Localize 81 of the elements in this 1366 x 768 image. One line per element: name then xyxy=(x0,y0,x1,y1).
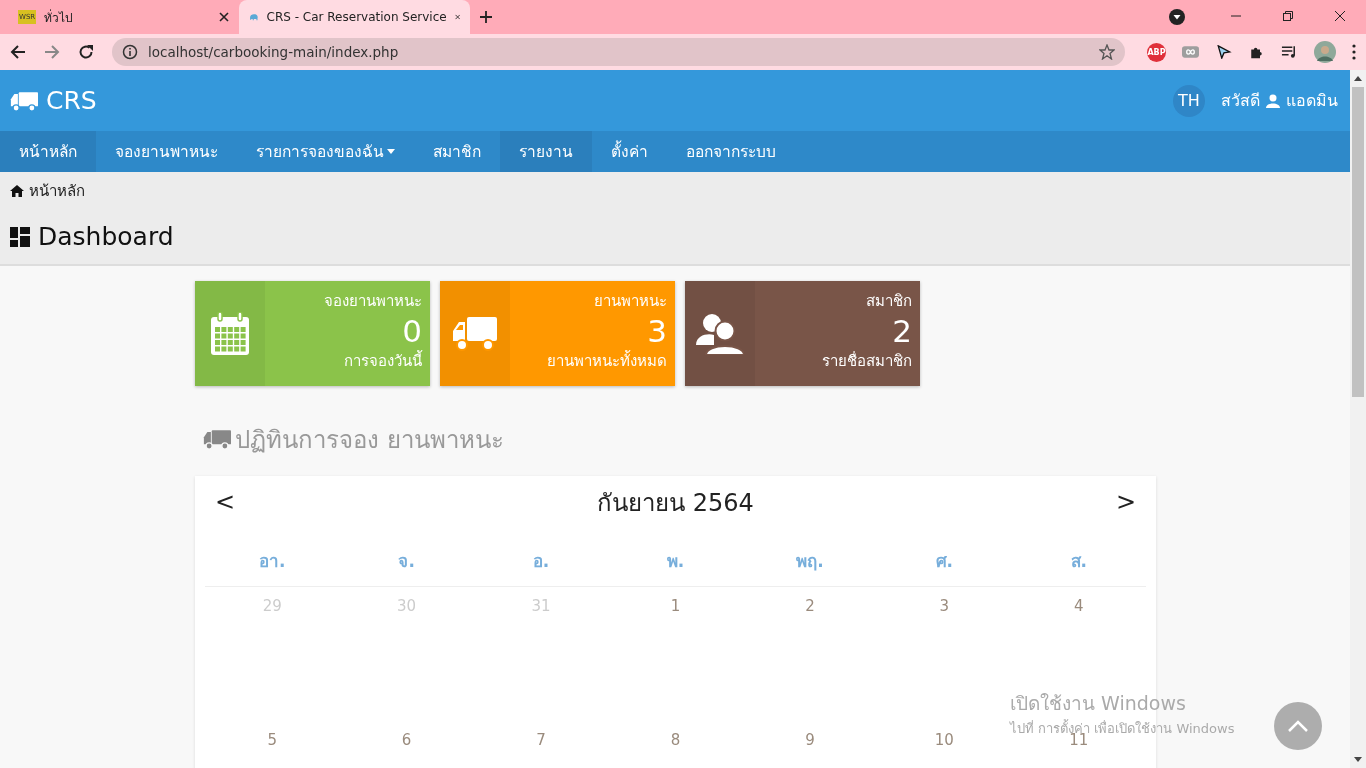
breadcrumb-link[interactable]: หน้าหลัก xyxy=(29,179,85,203)
weekday-label: อา. xyxy=(258,549,286,573)
day-number[interactable]: 8 xyxy=(670,731,681,749)
avatar-icon[interactable] xyxy=(1314,41,1336,63)
truck-icon xyxy=(453,316,497,351)
section-heading: ปฏิทินการจอง ยานพาหนะ xyxy=(235,424,504,456)
tab-search-icon[interactable] xyxy=(1169,9,1185,25)
dashboard-icon xyxy=(10,226,30,247)
caret-icon xyxy=(387,149,395,154)
card-caption: การจองวันนี้ xyxy=(344,349,422,372)
language-button[interactable]: TH xyxy=(1173,84,1205,117)
stat-card[interactable]: สมาชิก 2 รายชื่อสมาชิก xyxy=(685,281,920,386)
close-icon[interactable] xyxy=(1334,10,1346,22)
nav-item[interactable]: รายงาน xyxy=(500,131,592,172)
weekday-label: พ. xyxy=(666,549,685,573)
card-caption: รายชื่อสมาชิก xyxy=(822,350,912,372)
scrollbar-thumb[interactable] xyxy=(1352,87,1364,397)
scroll-up-icon[interactable] xyxy=(1354,76,1362,81)
playlist-icon[interactable] xyxy=(1281,45,1298,59)
close-icon[interactable] xyxy=(454,12,460,22)
address-bar[interactable]: localhost/carbooking-main/index.php xyxy=(112,38,1125,66)
menu-icon[interactable] xyxy=(1352,44,1356,60)
day-number[interactable]: 1 xyxy=(670,597,681,615)
brand-link[interactable]: CRS xyxy=(10,86,97,115)
greeting-text: สวัสดี xyxy=(1221,90,1260,112)
card-title: สมาชิก xyxy=(866,291,912,312)
info-icon xyxy=(122,44,138,60)
day-number[interactable]: 10 xyxy=(934,731,954,749)
forward-icon[interactable] xyxy=(44,44,60,60)
nav-item[interactable]: รายการจองของฉัน xyxy=(237,131,414,172)
close-icon[interactable] xyxy=(219,12,229,22)
new-tab-icon[interactable] xyxy=(480,11,492,23)
stat-card[interactable]: จองยานพาหนะ 0 การจองวันนี้ xyxy=(195,281,430,386)
day-number[interactable]: 3 xyxy=(939,597,950,615)
month-title: กันยายน 2564 xyxy=(597,487,754,519)
reload-icon[interactable] xyxy=(78,44,94,60)
card-caption: ยานพาหนะทั้งหมด xyxy=(547,349,667,372)
nav-item[interactable]: จองยานพาหนะ xyxy=(96,131,237,172)
day-number[interactable]: 6 xyxy=(401,731,412,749)
page-title: Dashboard xyxy=(38,222,174,251)
weekday-label: พฤ. xyxy=(796,549,824,573)
nav-item[interactable]: หน้าหลัก xyxy=(0,131,96,172)
weekday-label: อ. xyxy=(532,549,550,573)
weekday-label: ศ. xyxy=(935,549,954,573)
extensions-icon[interactable] xyxy=(1248,45,1265,59)
day-number[interactable]: 9 xyxy=(805,731,815,749)
stat-card[interactable]: ยานพาหนะ 3 ยานพาหนะทั้งหมด xyxy=(440,281,675,386)
user-icon xyxy=(1266,93,1280,108)
card-title: ยานพาหนะ xyxy=(594,291,667,312)
card-title: จองยานพาหนะ xyxy=(324,291,422,312)
nav-item[interactable]: ตั้งค่า xyxy=(592,131,667,172)
truck-icon xyxy=(10,89,38,112)
browser-tab[interactable]: CRS - Car Reservation Service xyxy=(239,0,470,34)
previous-month-button[interactable]: < xyxy=(215,488,236,516)
activation-title: เปิดใช้งาน Windows xyxy=(1010,691,1187,716)
day-number[interactable]: 4 xyxy=(1074,597,1084,615)
calendar-icon xyxy=(210,311,250,356)
weekday-label: จ. xyxy=(398,549,415,573)
back-icon[interactable] xyxy=(10,44,26,60)
chevron-up-icon xyxy=(1288,720,1308,732)
weekday-label: ส. xyxy=(1070,549,1087,573)
home-icon xyxy=(10,185,24,197)
user-menu[interactable]: แอดมิน xyxy=(1286,88,1338,113)
nav-item[interactable]: สมาชิก xyxy=(414,131,500,172)
users-icon xyxy=(696,312,744,355)
day-number[interactable]: 2 xyxy=(805,597,815,615)
cursor-icon[interactable] xyxy=(1215,45,1232,59)
restore-icon[interactable] xyxy=(1282,10,1294,22)
star-icon[interactable] xyxy=(1099,44,1115,60)
infinity-icon[interactable] xyxy=(1182,45,1199,59)
card-count: 3 xyxy=(647,313,667,349)
card-count: 2 xyxy=(892,313,912,349)
next-month-button[interactable]: > xyxy=(1115,488,1136,516)
nav-item[interactable]: ออกจากระบบ xyxy=(667,131,795,172)
truck-icon xyxy=(203,428,231,450)
day-number[interactable]: 7 xyxy=(536,731,546,749)
day-number[interactable]: 5 xyxy=(267,731,277,749)
scroll-down-icon[interactable] xyxy=(1354,757,1362,762)
adblock-extension[interactable]: ABP xyxy=(1147,42,1166,62)
card-count: 0 xyxy=(402,313,422,349)
url-text: localhost/carbooking-main/index.php xyxy=(148,44,400,60)
